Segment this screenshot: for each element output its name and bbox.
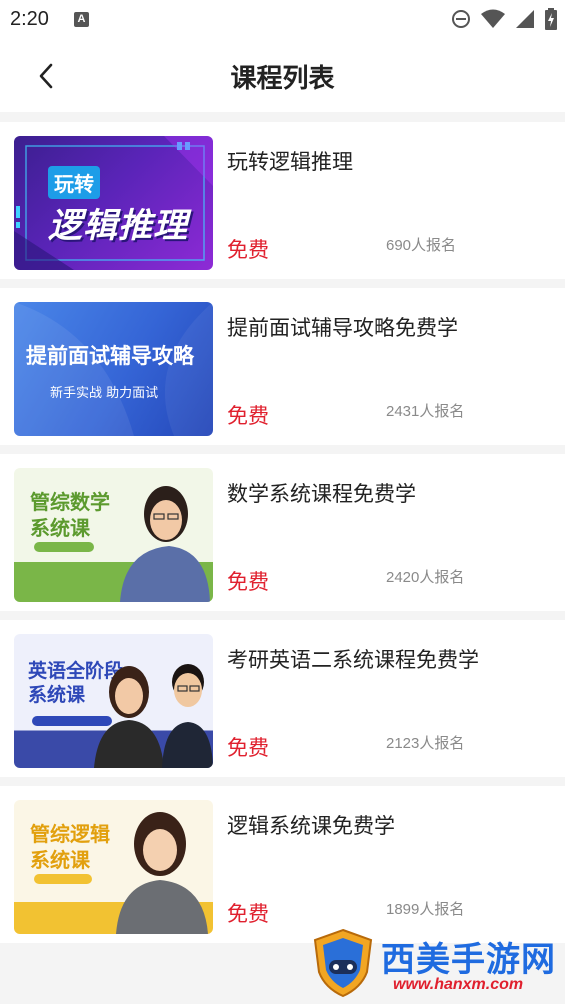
site-watermark: 西美手游网 www.hanxm.com [311,928,559,1000]
notification-icon: A [74,12,89,27]
nav-bar: 课程列表 [0,40,565,112]
thumbnail-main-text: 逻辑推理 [48,206,188,246]
course-title[interactable]: 逻辑系统课免费学 [227,810,395,840]
thumbnail-tag: 玩转 [48,166,100,199]
course-card[interactable]: 提前面试辅导攻略 新手实战 助力面试 提前面试辅导攻略免费学 免费 2431人报… [0,288,565,445]
course-title[interactable]: 考研英语二系统课程免费学 [227,644,479,674]
thumbnail-main-text: 提前面试辅导攻略 [26,344,194,368]
course-card[interactable]: 管综逻辑 系统课 逻辑系统课免费学 免费 1899人报名 [0,786,565,943]
course-enrolled-count: 2431人报名 [386,403,465,420]
course-price: 免费 [227,404,269,428]
course-price: 免费 [227,736,269,760]
course-card[interactable]: 英语全阶段 系统课 考研英语二系统课程免费学 免费 2123人报名 [0,620,565,777]
course-enrolled-count: 2420人报名 [386,569,465,586]
teacher-portrait [34,812,208,934]
thumbnail-sub-text: 新手实战 助力面试 [50,386,159,401]
page-title: 课程列表 [230,64,335,94]
course-title[interactable]: 玩转逻辑推理 [227,146,353,176]
course-enrolled-count: 2123人报名 [386,735,465,752]
signal-icon [516,10,534,28]
course-thumbnail[interactable]: 英语全阶段 系统课 [14,634,213,768]
course-enrolled-count: 690人报名 [386,237,457,254]
course-title[interactable]: 提前面试辅导攻略免费学 [227,312,458,342]
course-enrolled-count: 1899人报名 [386,901,465,918]
status-icons [451,8,557,30]
status-bar: 2:20 A [0,0,565,40]
course-thumbnail[interactable]: 管综逻辑 系统课 [14,800,213,934]
wifi-icon [481,9,505,28]
course-card[interactable]: 管综数学 系统课 数学系统课程免费学 免费 2420人报名 [0,454,565,611]
teacher-portrait [34,486,210,602]
battery-icon [545,8,557,30]
course-price: 免费 [227,238,269,262]
course-price: 免费 [227,902,269,926]
shield-logo-icon [313,928,373,998]
status-time: 2:20 [10,8,49,30]
course-thumbnail[interactable]: 提前面试辅导攻略 新手实战 助力面试 [14,302,213,436]
watermark-brand: 西美手游网 [381,940,556,980]
course-thumbnail[interactable]: 管综数学 系统课 [14,468,213,602]
course-thumbnail[interactable]: 玩转 逻辑推理 [14,136,213,270]
watermark-url: www.hanxm.com [393,976,524,993]
teacher-portraits [32,664,213,768]
do-not-disturb-icon [452,10,470,28]
course-title[interactable]: 数学系统课程免费学 [227,478,416,508]
course-card[interactable]: 玩转 逻辑推理 玩转逻辑推理 免费 690人报名 [0,122,565,279]
course-price: 免费 [227,570,269,594]
